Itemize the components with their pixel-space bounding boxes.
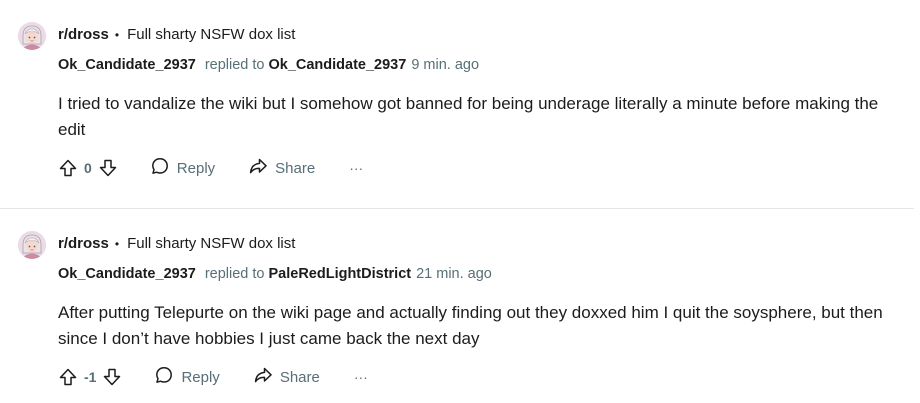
comment-card-2: r/dross • Full sharty NSFW dox list Ok_C…: [0, 209, 920, 403]
subreddit-link[interactable]: r/dross: [58, 26, 109, 43]
author-link[interactable]: Ok_Candidate_2937: [58, 57, 196, 73]
downvote-arrow-icon[interactable]: [98, 158, 118, 178]
reply-label: Reply: [176, 159, 216, 177]
replied-to-label: replied to: [204, 57, 265, 73]
post-title-link[interactable]: Full sharty NSFW dox list: [127, 235, 295, 252]
reply-label: Reply: [181, 368, 220, 386]
share-button[interactable]: Share: [248, 156, 315, 180]
vote-group: 0: [58, 158, 118, 178]
vote-score: 0: [84, 160, 92, 176]
post-title-link[interactable]: Full sharty NSFW dox list: [127, 26, 295, 43]
separator-dot: •: [114, 236, 120, 251]
replied-to-user-link[interactable]: PaleRedLightDistrict: [268, 266, 411, 282]
more-options-button[interactable]: ···: [349, 160, 363, 176]
comment-actions: -1 Reply Share ···: [58, 364, 368, 390]
upvote-arrow-icon[interactable]: [58, 367, 78, 387]
more-options-button[interactable]: ···: [354, 369, 368, 385]
comment-header: r/dross • Full sharty NSFW dox list: [58, 26, 295, 43]
vote-score: -1: [84, 369, 97, 385]
share-arrow-icon: [248, 156, 268, 180]
share-button[interactable]: Share: [253, 365, 320, 389]
speech-bubble-icon: [150, 156, 170, 180]
subreddit-link[interactable]: r/dross: [58, 235, 109, 252]
upvote-arrow-icon[interactable]: [58, 158, 78, 178]
speech-bubble-icon: [154, 365, 174, 389]
comment-card-1: r/dross • Full sharty NSFW dox list Ok_C…: [0, 0, 920, 208]
replied-to-label: replied to: [204, 266, 265, 282]
reply-button[interactable]: Reply: [150, 156, 215, 180]
reply-button[interactable]: Reply: [154, 365, 220, 389]
downvote-arrow-icon[interactable]: [102, 367, 122, 387]
comment-meta: Ok_Candidate_2937 replied to PaleRedLigh…: [58, 266, 492, 282]
comment-body: After putting Telepurte on the wiki page…: [58, 303, 883, 348]
subreddit-avatar-icon[interactable]: [18, 231, 46, 259]
share-label: Share: [279, 368, 320, 386]
subreddit-avatar-icon[interactable]: [18, 22, 46, 50]
comment-timestamp[interactable]: 9 min. ago: [411, 57, 479, 73]
share-arrow-icon: [253, 365, 273, 389]
replied-to-user-link[interactable]: Ok_Candidate_2937: [268, 57, 406, 73]
author-link[interactable]: Ok_Candidate_2937: [58, 266, 196, 282]
comment-actions: 0 Reply Share ···: [58, 155, 363, 181]
separator-dot: •: [114, 27, 120, 42]
comment-body: I tried to vandalize the wiki but I some…: [58, 94, 879, 139]
share-label: Share: [275, 159, 316, 177]
comment-meta: Ok_Candidate_2937 replied to Ok_Candidat…: [58, 57, 479, 73]
comment-header: r/dross • Full sharty NSFW dox list: [58, 235, 295, 252]
vote-group: -1: [58, 367, 122, 387]
comment-timestamp[interactable]: 21 min. ago: [416, 266, 492, 282]
